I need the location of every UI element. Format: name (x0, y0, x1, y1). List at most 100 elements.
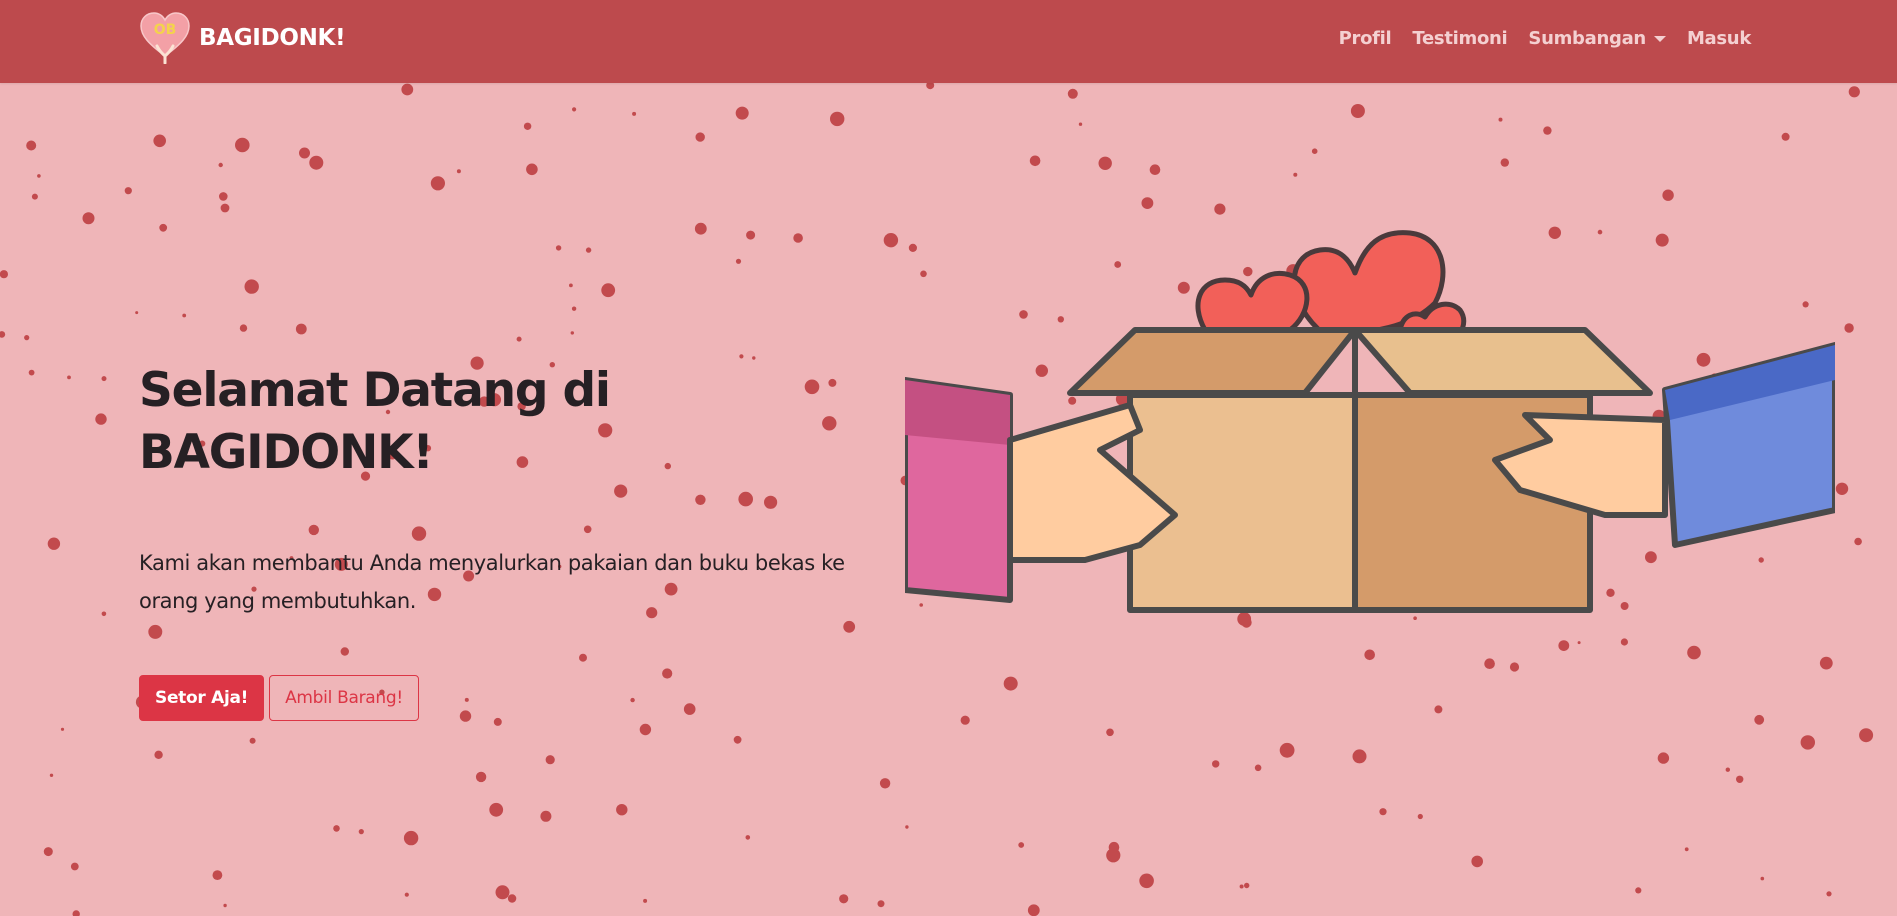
hearts (1195, 230, 1467, 338)
background-dot (72, 910, 80, 916)
background-dot (616, 804, 628, 816)
nav-menu: Profil Testimoni Sumbangan Masuk (1318, 28, 1752, 49)
background-dot (67, 375, 71, 380)
background-dot (1498, 117, 1503, 122)
nav-item-testimoni[interactable]: Testimoni (1412, 28, 1507, 49)
background-dot (746, 230, 756, 240)
background-dot (1687, 645, 1701, 660)
background-dot (135, 311, 139, 315)
background-dot (31, 193, 38, 200)
nav-item-masuk[interactable]: Masuk (1687, 28, 1751, 49)
background-dot (1352, 749, 1367, 764)
nav-item-sumbangan-dropdown[interactable]: Sumbangan (1528, 28, 1666, 49)
background-dot (1543, 126, 1552, 135)
background-dot (1141, 197, 1154, 210)
background-dot (70, 862, 79, 871)
nav-item-sumbangan-label: Sumbangan (1528, 28, 1646, 49)
background-dot (1003, 676, 1018, 691)
nav-item-profil[interactable]: Profil (1339, 28, 1392, 49)
background-dot (1067, 88, 1078, 99)
background-dot (1725, 767, 1731, 772)
background-dot (1027, 904, 1040, 916)
background-dot (1859, 728, 1874, 743)
background-dot (1279, 742, 1295, 758)
hands-giving-box-with-hearts-icon (905, 230, 1835, 613)
background-dot (249, 737, 256, 744)
caret-down-icon (1653, 35, 1666, 42)
background-dot (430, 176, 445, 191)
background-dot (694, 222, 707, 235)
navbar: OB BAGIDONK! Profil Testimoni Sumbangan … (0, 0, 1897, 83)
background-dot (545, 755, 555, 765)
background-dot (639, 723, 652, 736)
background-dot (555, 245, 562, 251)
background-dot (1500, 158, 1510, 167)
background-dot (475, 771, 487, 783)
background-dot (124, 187, 132, 195)
background-dot (1484, 658, 1495, 669)
background-dot (570, 331, 574, 335)
background-dot (1212, 760, 1220, 768)
background-dot (1106, 728, 1114, 737)
background-dot (739, 354, 744, 359)
background-dot (507, 894, 517, 903)
background-dot (1736, 775, 1744, 783)
background-dot (643, 898, 648, 903)
background-dot (695, 132, 705, 142)
background-dot (1018, 842, 1025, 848)
background-dot (1149, 164, 1161, 175)
background-dot (295, 323, 307, 335)
background-dot (879, 778, 891, 789)
background-dot (1819, 656, 1833, 670)
background-dot (1854, 537, 1862, 546)
background-dot (523, 122, 532, 130)
background-dot (735, 258, 742, 264)
background-dot (1826, 891, 1832, 897)
background-dot (309, 155, 324, 170)
background-dot (1662, 189, 1674, 201)
background-dot (601, 283, 616, 298)
background-dot (735, 106, 749, 120)
background-dot (1254, 764, 1262, 772)
background-dot (220, 203, 230, 213)
background-dot (1800, 735, 1816, 750)
setor-button[interactable]: Setor Aja! (139, 675, 265, 721)
background-dot (47, 537, 61, 550)
background-dot (745, 835, 751, 840)
background-dot (1239, 884, 1244, 889)
background-dot (489, 802, 504, 817)
background-dot (571, 306, 577, 311)
background-dot (404, 892, 409, 897)
background-dot (82, 212, 95, 225)
ambil-barang-button[interactable]: Ambil Barang! (269, 675, 419, 721)
background-dot (401, 83, 414, 96)
hero-title: Selamat Datang di BAGIDONK! (139, 363, 611, 480)
background-dot (101, 611, 107, 617)
background-dot (1078, 122, 1083, 126)
background-dot (49, 773, 54, 777)
background-dot (1379, 808, 1387, 816)
background-dot (1293, 172, 1298, 177)
background-dot (839, 894, 849, 904)
background-dot (1558, 640, 1570, 651)
background-dot (905, 825, 909, 829)
background-dot (1471, 855, 1483, 868)
background-dot (540, 810, 552, 822)
background-dot (1635, 887, 1642, 894)
hero-section: Selamat Datang di BAGIDONK! Kami akan me… (139, 360, 899, 721)
background-dot (1620, 638, 1628, 646)
background-dot (153, 134, 166, 148)
background-dot (1139, 873, 1154, 889)
background-dot (1509, 662, 1520, 672)
heart-logo-icon: OB (140, 12, 190, 64)
background-dot (1350, 104, 1365, 118)
background-dot (239, 324, 248, 332)
background-dot (1848, 86, 1860, 98)
background-dot (0, 270, 8, 279)
background-dot (182, 313, 187, 318)
brand[interactable]: OB BAGIDONK! (139, 12, 346, 64)
background-dot (456, 169, 461, 174)
background-dot (403, 830, 419, 846)
background-dot (1754, 714, 1765, 725)
background-dot (235, 137, 250, 153)
